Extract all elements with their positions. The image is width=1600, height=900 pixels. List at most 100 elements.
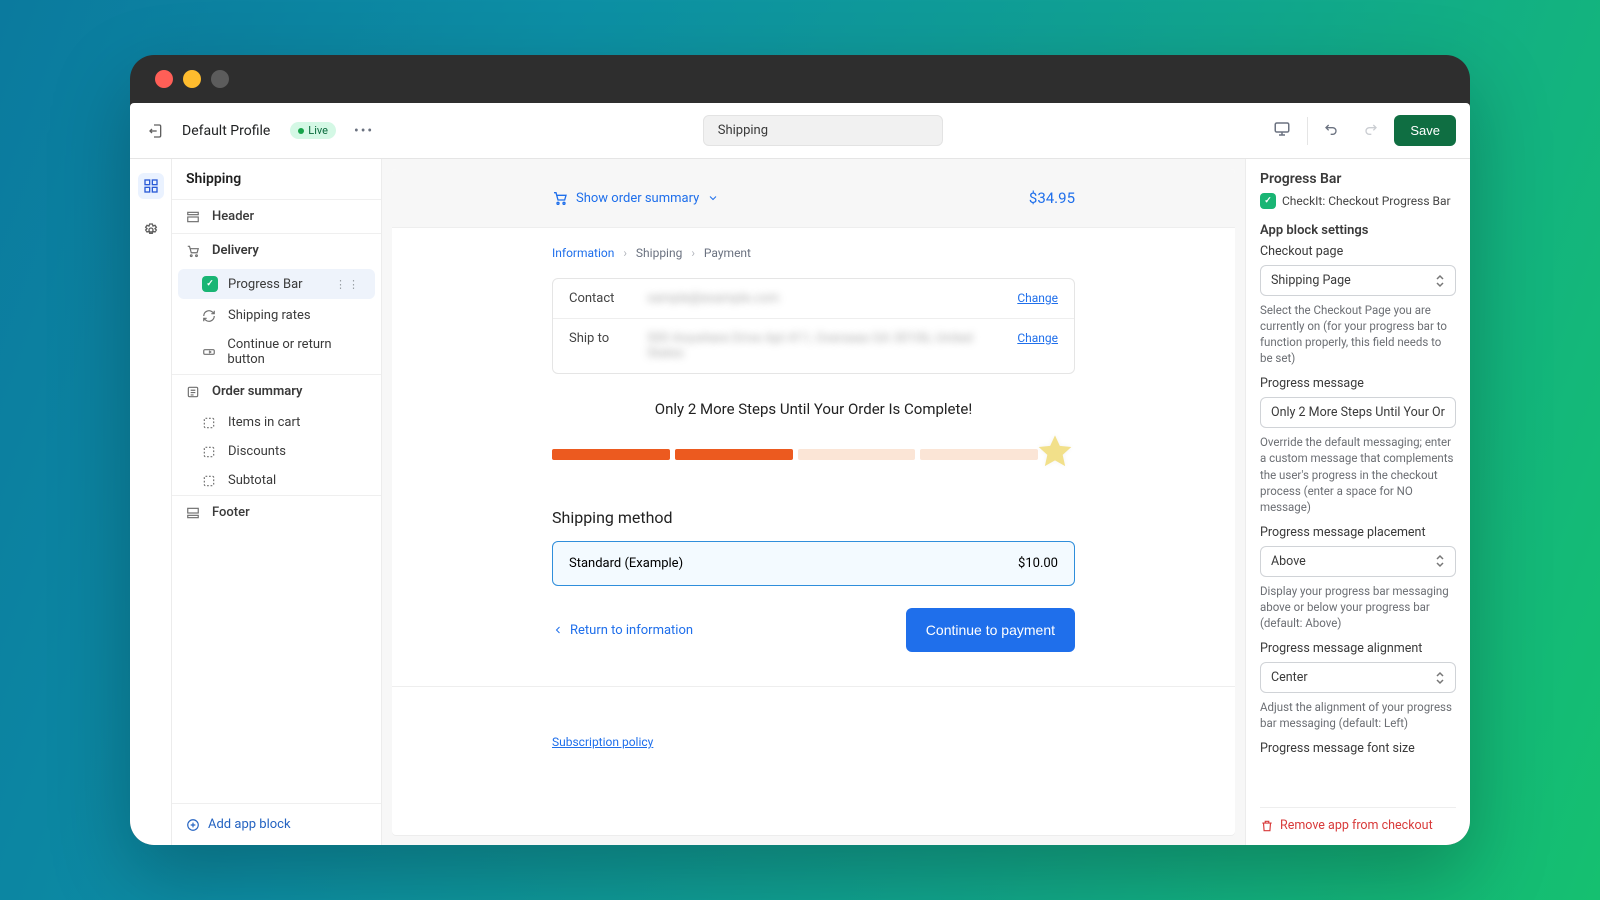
alignment-label: Progress message alignment <box>1260 641 1456 656</box>
crumb-shipping: Shipping <box>636 246 682 260</box>
progress-seg-3 <box>798 449 916 460</box>
page-selector-label: Shipping <box>718 123 768 138</box>
progress-bar <box>552 432 1075 476</box>
contact-row: Contact sample@example.com Change <box>553 279 1074 318</box>
list-icon <box>186 385 202 399</box>
checkout-page-label: Checkout page <box>1260 244 1456 259</box>
placeholder-icon <box>202 416 218 430</box>
mac-traffic-lights <box>130 55 1470 103</box>
remove-app-label: Remove app from checkout <box>1280 818 1433 833</box>
alignment-select[interactable]: Center <box>1260 662 1456 693</box>
page-selector[interactable]: Shipping <box>703 115 943 146</box>
exit-icon[interactable] <box>144 123 168 139</box>
placement-select[interactable]: Above <box>1260 546 1456 577</box>
section-header[interactable]: Header <box>172 200 381 233</box>
progress-message: Only 2 More Steps Until Your Order Is Co… <box>552 400 1075 418</box>
section-delivery[interactable]: Delivery <box>172 234 381 267</box>
change-ship-to-link[interactable]: Change <box>1017 331 1058 345</box>
app-frame: Default Profile Live ••• Shipping <box>130 103 1470 845</box>
drag-handle-icon[interactable]: ⋮⋮ <box>335 278 361 291</box>
preview-area: Show order summary $34.95 Information › … <box>382 159 1245 845</box>
shipping-option[interactable]: Standard (Example) $10.00 <box>552 541 1075 586</box>
show-order-summary-label: Show order summary <box>576 191 699 206</box>
tree-item-shipping-rates[interactable]: Shipping rates <box>172 301 381 330</box>
shipping-option-price: $10.00 <box>1018 556 1058 571</box>
select-chevron-icon <box>1435 671 1445 685</box>
tree-item-label: Discounts <box>228 444 286 459</box>
progress-message-label: Progress message <box>1260 376 1456 391</box>
select-chevron-icon <box>1435 554 1445 568</box>
section-order-summary[interactable]: Order summary <box>172 375 381 408</box>
contact-label: Contact <box>569 291 629 306</box>
progress-message-help: Override the default messaging; enter a … <box>1260 434 1456 514</box>
contact-value-redacted: sample@example.com <box>647 291 999 306</box>
checkout-page-value: Shipping Page <box>1271 273 1351 288</box>
settings-panel: Progress Bar ✓ CheckIt: Checkout Progres… <box>1245 159 1470 845</box>
settings-section-head: App block settings <box>1260 223 1456 238</box>
undo-icon[interactable] <box>1318 117 1346 145</box>
crumb-information[interactable]: Information <box>552 246 614 260</box>
order-total: $34.95 <box>1029 189 1075 207</box>
remove-app-link[interactable]: Remove app from checkout <box>1260 807 1456 833</box>
trash-icon <box>1260 819 1274 833</box>
ship-to-label: Ship to <box>569 331 629 346</box>
live-badge: Live <box>290 122 336 139</box>
continue-to-payment-button[interactable]: Continue to payment <box>906 608 1075 652</box>
font-size-label: Progress message font size <box>1260 741 1456 756</box>
checkout-page-help: Select the Checkout Page you are current… <box>1260 302 1456 366</box>
redo-icon[interactable] <box>1356 117 1384 145</box>
star-icon <box>1035 432 1075 476</box>
panel-title: Shipping <box>172 159 381 199</box>
crumb-payment: Payment <box>704 246 751 260</box>
tree-item-label: Items in cart <box>228 415 300 430</box>
order-summary-bar: Show order summary $34.95 <box>392 169 1235 228</box>
button-icon <box>202 345 217 359</box>
tree-item-subtotal[interactable]: Subtotal <box>172 466 381 495</box>
show-order-summary-toggle[interactable]: Show order summary <box>552 190 719 206</box>
maximize-window-dot[interactable] <box>211 70 229 88</box>
section-delivery-label: Delivery <box>212 243 259 258</box>
breadcrumb: Information › Shipping › Payment <box>552 246 1075 260</box>
add-app-block-button[interactable]: Add app block <box>172 803 381 845</box>
progress-seg-4 <box>920 449 1038 460</box>
shipping-method-heading: Shipping method <box>552 508 1075 527</box>
change-contact-link[interactable]: Change <box>1017 291 1058 305</box>
settings-title: Progress Bar <box>1260 171 1456 187</box>
section-header-label: Header <box>212 209 254 224</box>
tree-item-label: Progress Bar <box>228 277 303 292</box>
tree-item-label: Shipping rates <box>228 308 311 323</box>
left-rail <box>130 159 172 845</box>
settings-rail-icon[interactable] <box>138 217 164 243</box>
tree-item-items-in-cart[interactable]: Items in cart <box>172 408 381 437</box>
sections-rail-icon[interactable] <box>138 173 164 199</box>
settings-app-row: ✓ CheckIt: Checkout Progress Bar <box>1260 193 1456 209</box>
close-window-dot[interactable] <box>155 70 173 88</box>
ship-to-value-redacted: 500 Anywhere Drive Apt 411, Overseas GA … <box>647 331 999 361</box>
tree-item-progress-bar[interactable]: ✓ Progress Bar ⋮⋮ <box>178 269 375 299</box>
return-to-information-link[interactable]: Return to information <box>552 623 693 638</box>
tree-item-discounts[interactable]: Discounts <box>172 437 381 466</box>
cart-icon <box>186 244 202 258</box>
settings-app-name: CheckIt: Checkout Progress Bar <box>1282 194 1451 208</box>
placement-label: Progress message placement <box>1260 525 1456 540</box>
ship-to-row: Ship to 500 Anywhere Drive Apt 411, Over… <box>553 318 1074 373</box>
progress-message-input[interactable]: Only 2 More Steps Until Your Order Is <box>1260 397 1456 428</box>
subscription-policy-link[interactable]: Subscription policy <box>552 735 653 749</box>
progress-message-value: Only 2 More Steps Until Your Order Is <box>1271 405 1445 420</box>
return-link-label: Return to information <box>570 623 693 638</box>
save-button[interactable]: Save <box>1394 115 1456 146</box>
chevron-down-icon <box>707 192 719 204</box>
tree-item-label: Continue or return button <box>227 337 367 367</box>
app-badge-icon: ✓ <box>1260 193 1276 209</box>
section-footer[interactable]: Footer <box>172 496 381 529</box>
alignment-help: Adjust the alignment of your progress ba… <box>1260 699 1456 731</box>
viewport-icon[interactable] <box>1267 116 1297 146</box>
select-chevron-icon <box>1435 274 1445 288</box>
minimize-window-dot[interactable] <box>183 70 201 88</box>
checkout-page-select[interactable]: Shipping Page <box>1260 265 1456 296</box>
app-body: Shipping Header Delivery <box>130 159 1470 845</box>
more-menu-icon[interactable]: ••• <box>350 119 378 143</box>
tree-item-continue-return[interactable]: Continue or return button <box>172 330 381 374</box>
left-panel: Shipping Header Delivery <box>172 159 382 845</box>
placement-help: Display your progress bar messaging abov… <box>1260 583 1456 631</box>
